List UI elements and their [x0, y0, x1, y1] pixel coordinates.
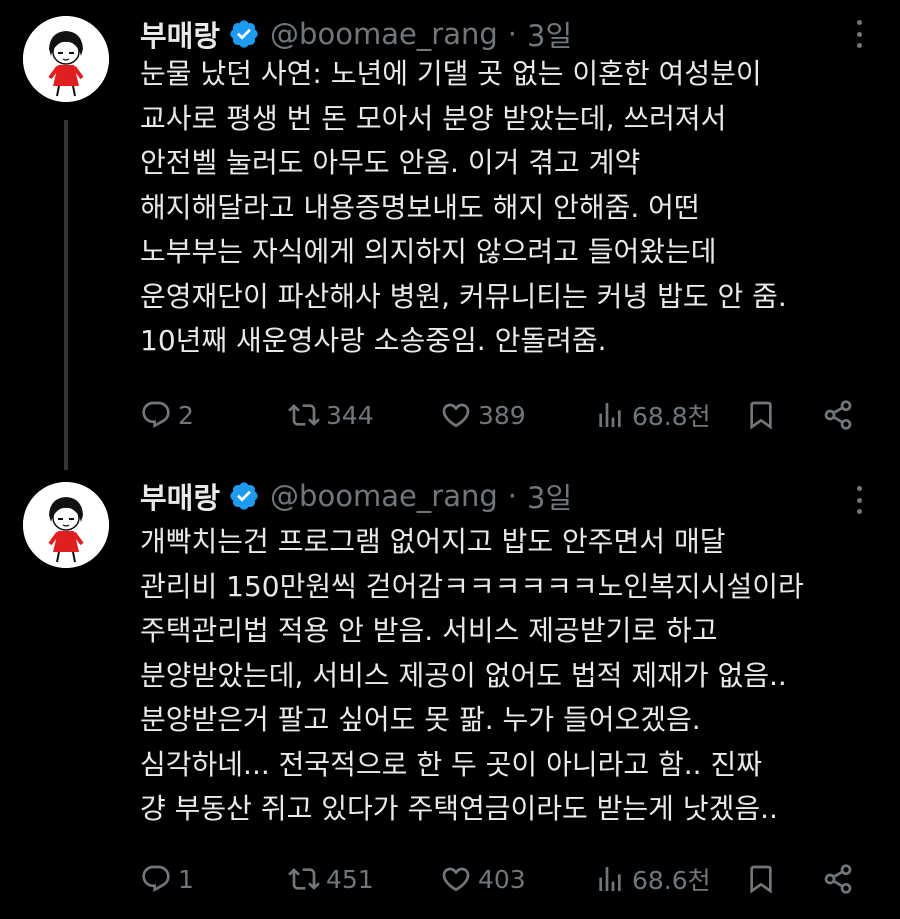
separator-dot: · [507, 17, 518, 51]
views-icon [599, 867, 621, 891]
action-bar: 1 451 403 68.6천 [140, 859, 860, 899]
bookmark-icon [750, 865, 772, 894]
action-bar: 2 344 389 68.8천 [140, 395, 860, 435]
tweet-header: 부매랑 @boomae_rang · 3일 [140, 14, 572, 54]
separator-dot: · [507, 479, 518, 513]
views-button[interactable]: 68.8천 [594, 395, 711, 435]
user-handle[interactable]: @boomae_rang [270, 17, 498, 51]
reply-button[interactable]: 2 [140, 395, 194, 435]
retweet-count: 451 [326, 864, 374, 894]
timestamp[interactable]: 3일 [527, 13, 572, 55]
avatar-illustration-icon [23, 482, 109, 568]
more-icon[interactable] [852, 486, 866, 514]
views-button[interactable]: 68.6천 [594, 859, 711, 899]
display-name[interactable]: 부매랑 [140, 475, 220, 517]
tweet-text: 눈물 났던 사연: 노년에 기댈 곳 없는 이혼한 여성분이 교사로 평생 번 … [140, 57, 787, 357]
views-count: 68.8천 [632, 402, 711, 431]
more-icon[interactable] [852, 20, 866, 48]
avatar-illustration-icon [23, 16, 109, 102]
bookmark-button[interactable] [745, 859, 777, 899]
retweet-icon [288, 404, 320, 426]
tweet[interactable]: 부매랑 @boomae_rang · 3일 눈물 났던 사연: 노년에 기댈 곳… [0, 0, 900, 462]
tweet-text: 개빡치는건 프로그램 없어지고 밥도 안주면서 매달 관리비 150만원씩 걷어… [140, 525, 804, 825]
views-count: 68.6천 [632, 866, 711, 895]
display-name[interactable]: 부매랑 [140, 13, 220, 55]
views-icon [599, 403, 621, 427]
retweet-icon [288, 868, 320, 890]
tweet[interactable]: 부매랑 @boomae_rang · 3일 개빡치는건 프로그램 없어지고 밥도… [0, 462, 900, 919]
reply-button[interactable]: 1 [140, 859, 194, 899]
user-handle[interactable]: @boomae_rang [270, 479, 498, 513]
verified-badge-icon [228, 18, 260, 50]
tweet-header: 부매랑 @boomae_rang · 3일 [140, 476, 572, 516]
timestamp[interactable]: 3일 [527, 475, 572, 517]
avatar[interactable] [23, 16, 109, 102]
reply-icon [142, 401, 170, 428]
share-button[interactable] [822, 859, 854, 899]
retweet-button[interactable]: 344 [288, 395, 374, 435]
share-icon [824, 864, 852, 894]
retweet-button[interactable]: 451 [288, 859, 374, 899]
like-icon [442, 867, 470, 892]
reply-count: 1 [178, 864, 194, 894]
share-button[interactable] [822, 395, 854, 435]
verified-badge-icon [228, 480, 260, 512]
share-icon [824, 400, 852, 430]
like-button[interactable]: 389 [440, 395, 526, 435]
like-count: 403 [478, 864, 526, 894]
retweet-count: 344 [326, 400, 374, 430]
reply-count: 2 [178, 400, 194, 430]
avatar[interactable] [23, 482, 109, 568]
like-button[interactable]: 403 [440, 859, 526, 899]
reply-icon [142, 865, 170, 892]
like-icon [442, 403, 470, 428]
like-count: 389 [478, 400, 526, 430]
bookmark-button[interactable] [745, 395, 777, 435]
bookmark-icon [750, 401, 772, 430]
